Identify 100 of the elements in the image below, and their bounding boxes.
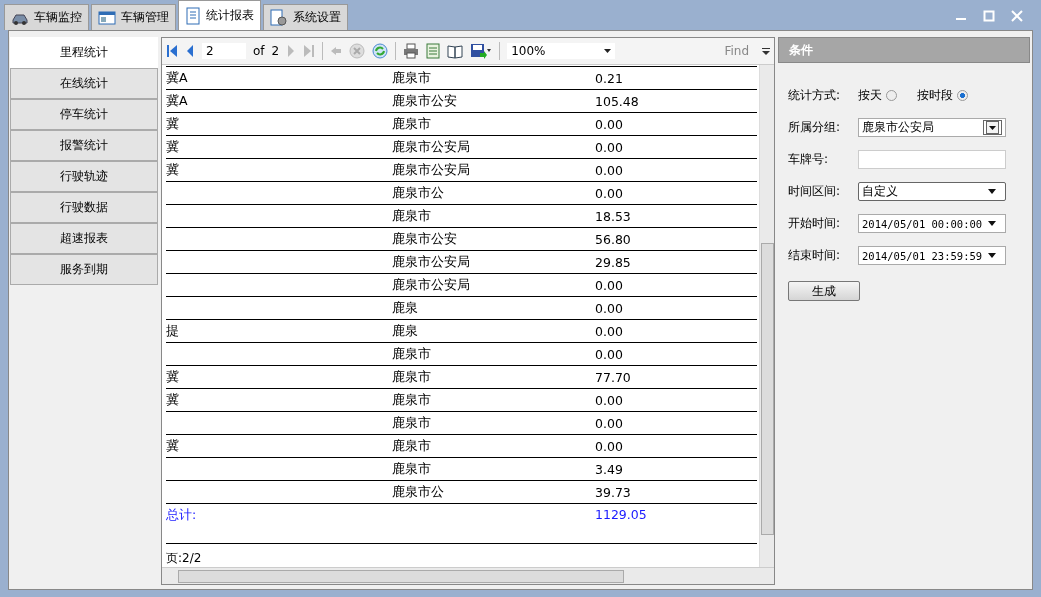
next-page-icon[interactable] — [286, 44, 297, 58]
page-layout-icon[interactable] — [426, 43, 441, 59]
tab[interactable]: 统计报表 — [178, 0, 261, 30]
back-arrow-icon[interactable] — [330, 45, 343, 57]
generate-button[interactable]: 生成 — [788, 281, 860, 301]
table-cell-text: 39.73 — [595, 484, 632, 500]
refresh-icon[interactable] — [372, 43, 389, 59]
table-cell-text: 鹿泉市 — [392, 345, 432, 363]
table-cell-text: 冀 — [166, 115, 180, 133]
sidebar-item[interactable]: 超速报表 — [10, 223, 158, 254]
table-cell-text: 0.00 — [595, 139, 624, 155]
table-cell-text: 0.00 — [595, 346, 624, 362]
group-dropdown[interactable]: 鹿泉市公安局 — [858, 118, 1006, 137]
horizontal-scrollbar[interactable] — [162, 567, 774, 584]
panel-header: 条件 — [778, 37, 1030, 63]
table-cell-text: 0.21 — [595, 70, 624, 86]
zoom-dropdown[interactable]: 100% — [507, 43, 616, 59]
table-cell-text: 鹿泉市 — [392, 414, 432, 432]
save-icon[interactable] — [470, 43, 493, 59]
table-cell-text: 0.00 — [595, 116, 624, 132]
table-cell-text: 提 — [166, 322, 180, 340]
radio-label[interactable]: 按时段 — [917, 87, 953, 104]
table-cell-text: 鹿泉 — [392, 322, 419, 340]
table-cell-text: 冀 — [166, 161, 180, 179]
table-cell-text: 0.00 — [595, 438, 624, 454]
tab[interactable]: 系统设置 — [263, 4, 348, 30]
date-time-picker[interactable]: 2014/05/01 00:00:00 — [858, 214, 1006, 233]
caret-icon — [604, 49, 612, 53]
table-cell-text: 77.70 — [595, 369, 632, 385]
radio-button[interactable] — [886, 90, 897, 101]
table-cell-text: 3.49 — [595, 461, 624, 477]
table-cell-text: 105.48 — [595, 93, 640, 109]
document-icon — [185, 6, 201, 25]
table-cell-text: 鹿泉市公 — [392, 483, 445, 501]
table-cell-text: 鹿泉市 — [392, 460, 432, 478]
table-cell-text: 冀 — [166, 437, 180, 455]
tab[interactable]: 车辆监控 — [4, 4, 89, 30]
close-icon[interactable] — [1011, 10, 1023, 22]
caret-icon — [988, 221, 996, 226]
table-cell-text: 冀 — [166, 138, 180, 156]
input-field[interactable] — [858, 150, 1006, 169]
table-cell-text: 29.85 — [595, 254, 632, 270]
dropdown-arrow-icon[interactable] — [983, 120, 1002, 135]
sidebar-item[interactable]: 行驶轨迹 — [10, 161, 158, 192]
page-number-field[interactable]: 2 — [202, 43, 246, 59]
table-cell-text: 0.00 — [595, 392, 624, 408]
last-page-icon[interactable] — [303, 44, 316, 58]
table-cell-text: 鹿泉市 — [392, 391, 432, 409]
sidebar-item[interactable]: 行驶数据 — [10, 192, 158, 223]
table-cell-text: 鹿泉市公安局 — [392, 161, 471, 179]
field-label: 开始时间: — [788, 215, 842, 232]
vertical-scrollbar[interactable] — [759, 65, 774, 567]
sidebar-item[interactable]: 报警统计 — [10, 130, 158, 161]
table-cell-text: 0.00 — [595, 323, 624, 339]
total-label: 总计: — [166, 507, 198, 524]
table-cell-text: 鹿泉 — [392, 299, 419, 317]
table-cell-text: 鹿泉市公安 — [392, 92, 458, 110]
sidebar-item[interactable]: 里程统计 — [10, 37, 158, 68]
date-time-picker[interactable]: 2014/05/01 23:59:59 — [858, 246, 1006, 265]
toolbar-overflow-icon[interactable] — [762, 46, 770, 56]
table-cell-text: 鹿泉市 — [392, 437, 432, 455]
sidebar-item[interactable]: 服务到期 — [10, 254, 158, 285]
total-value: 1129.05 — [595, 507, 648, 522]
caret-icon — [988, 189, 996, 194]
field-label: 车牌号: — [788, 151, 830, 168]
table-cell-text: 冀 — [166, 368, 180, 386]
table-cell-text: 56.80 — [595, 231, 632, 247]
previous-page-icon[interactable] — [185, 44, 195, 58]
table-cell-text: 0.00 — [595, 162, 624, 178]
table-cell-text: 鹿泉市公安 — [392, 230, 458, 248]
table-cell-text: 0.00 — [595, 300, 624, 316]
range-dropdown[interactable]: 自定义 — [858, 182, 1006, 201]
page-footer: 页:2/2 — [166, 544, 757, 567]
table-cell-text: 鹿泉市 — [392, 207, 432, 225]
table-cell-text: 冀A — [166, 92, 189, 110]
table-cell-text: 鹿泉市 — [392, 115, 432, 133]
stop-icon[interactable] — [349, 43, 366, 59]
table-cell-text: 0.00 — [595, 277, 624, 293]
field-label: 时间区间: — [788, 183, 842, 200]
table-cell-text: 冀 — [166, 391, 180, 409]
table-cell-text: 0.00 — [595, 185, 624, 201]
print-icon[interactable] — [403, 43, 420, 59]
radio-button[interactable] — [957, 90, 968, 101]
book-icon[interactable] — [447, 43, 464, 59]
table-cell-text: 冀A — [166, 69, 189, 87]
window-icon — [98, 9, 116, 26]
tab[interactable]: 车辆管理 — [91, 4, 176, 30]
page-count: 2 — [271, 44, 280, 58]
table-cell-text: 0.00 — [595, 415, 624, 431]
sidebar-item[interactable]: 停车统计 — [10, 99, 158, 130]
table-cell-text: 鹿泉市公安局 — [392, 138, 471, 156]
radio-label[interactable]: 按天 — [858, 87, 882, 104]
first-page-icon[interactable] — [166, 44, 178, 58]
table-cell-text: 18.53 — [595, 208, 632, 224]
maximize-icon[interactable] — [983, 10, 995, 22]
field-label: 统计方式: — [788, 87, 842, 104]
table-cell-text: 鹿泉市公 — [392, 184, 445, 202]
table-cell-text: 鹿泉市公安局 — [392, 253, 471, 271]
sidebar-item[interactable]: 在线统计 — [10, 68, 158, 99]
field-label: 结束时间: — [788, 247, 842, 264]
